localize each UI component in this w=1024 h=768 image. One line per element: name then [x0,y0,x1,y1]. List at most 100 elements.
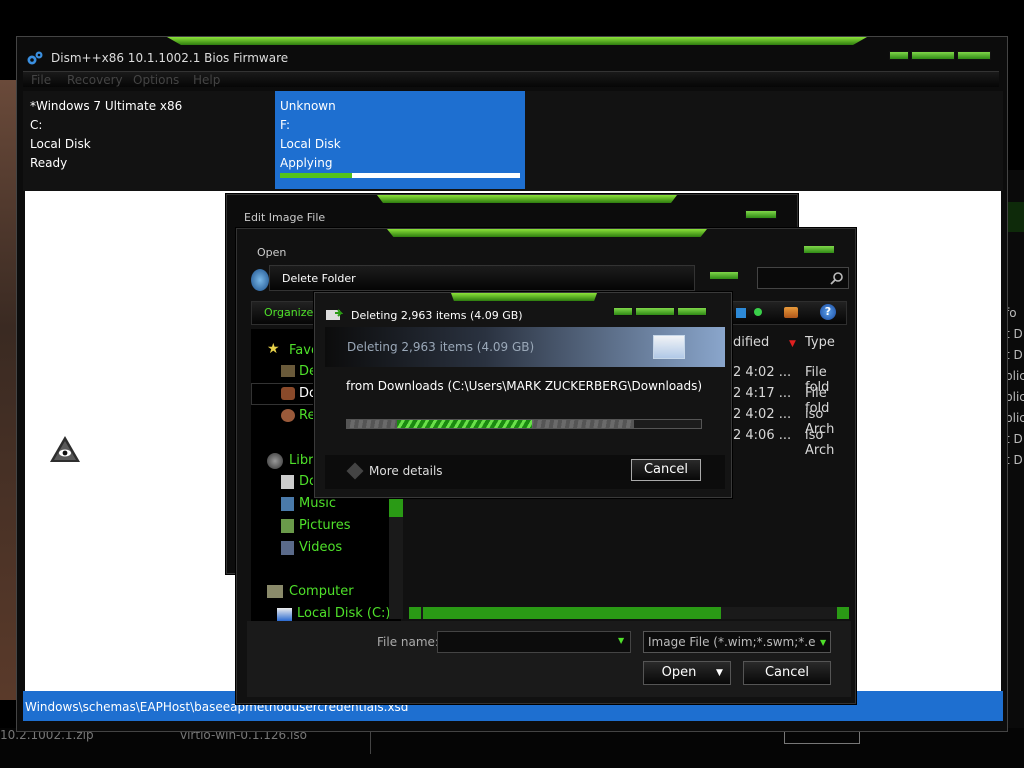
session-drive: F: [280,118,291,132]
edit-image-accent [377,195,677,203]
open-button-label: Open [661,665,697,680]
preview-icon[interactable] [754,308,762,316]
menu-options[interactable]: Options [133,73,179,87]
window-title: Dism++x86 10.1.1002.1 Bios Firmware [51,51,289,65]
pictures-icon [281,519,294,533]
documents-icon [281,475,294,489]
drive-icon [277,608,292,621]
file-hscrollbar[interactable] [409,607,849,619]
help-icon[interactable]: ? [820,304,836,320]
row-date: 2 4:02 ... [733,407,792,422]
title-accent-bar [167,37,867,45]
column-date-modified[interactable]: dified [733,335,769,350]
delete-progress-bar [346,419,702,429]
hscroll-right-arrow[interactable] [837,607,849,619]
nav-videos[interactable]: Videos [299,540,342,555]
nav-computer[interactable]: Computer [289,584,354,599]
back-button[interactable] [251,269,269,291]
delete-progress-highlight [397,420,532,428]
chevron-down-icon[interactable]: ▼ [618,636,624,645]
delete-progress-dialog: Deleting 2,963 items (4.09 GB) Deleting … [314,292,732,498]
open-controls [803,245,835,254]
close-button[interactable] [677,307,707,316]
cancel-button[interactable]: Cancel [743,661,831,685]
delete-controls [613,307,707,316]
star-icon: ★ [267,341,280,357]
menu-help[interactable]: Help [193,73,220,87]
videos-icon [281,541,294,555]
session-status: Ready [30,156,68,170]
menu-file[interactable]: File [31,73,51,87]
menu-recovery[interactable]: Recovery [67,73,123,87]
search-input[interactable] [757,267,849,289]
session-name: *Windows 7 Ultimate x86 [30,99,183,113]
open-footer: File name: ▼ Image File (*.wim;*.swm;*.e… [247,621,851,697]
split-arrow-icon[interactable]: ▼ [716,662,723,684]
maximize-button[interactable] [635,307,675,316]
edit-image-controls [745,210,777,219]
nav-recent[interactable]: Re [299,408,315,423]
gear-icon[interactable] [26,50,44,66]
folder-icon[interactable] [784,307,798,318]
session-progress-fill [280,173,352,178]
sort-arrow-icon[interactable]: ▼ [789,339,796,349]
delete-header-band: Deleting 2,963 items (4.09 GB) [325,327,725,367]
more-details-toggle[interactable]: More details [369,464,443,478]
table-row[interactable]: 2 4:17 ... File fold [733,386,853,416]
delete-from-text: from Downloads (C:\Users\MARK ZUCKERBERG… [346,379,703,393]
session-disk: Local Disk [280,137,341,151]
breadcrumb: Delete Folder [282,272,356,285]
delete-footer: More details Cancel [325,455,725,489]
chevron-down-icon[interactable]: ▼ [820,638,826,647]
search-icon[interactable] [830,271,844,285]
recycle-icon [653,335,685,359]
refresh-button[interactable] [709,271,739,280]
session-strip: *Windows 7 Ultimate x86 C: Local Disk Re… [23,91,1003,191]
nav-music[interactable]: Music [299,496,336,511]
expand-chevron-icon[interactable] [346,462,364,480]
minimize-button[interactable] [613,307,633,316]
close-button[interactable] [803,245,835,254]
nav-pictures[interactable]: Pictures [299,518,350,533]
music-icon [281,497,294,511]
session-drive: C: [30,118,43,132]
row-type: iso Arch [805,428,835,458]
desktop-icon [281,365,295,377]
column-type[interactable]: Type [805,335,835,350]
session-left[interactable]: *Windows 7 Ultimate x86 C: Local Disk Re… [23,91,273,191]
table-row[interactable]: 2 4:06 ... iso Arch [733,428,853,458]
open-accent [387,229,707,237]
session-progress-bar [280,173,520,178]
edit-image-title: Edit Image File [244,211,326,224]
nav-local-disk[interactable]: Local Disk (C:) [297,606,390,621]
nav-scrollbar[interactable] [389,499,403,619]
background-bottom-bar: 10.2.1002.1.zip virtio-win-0.1.126.iso [0,728,1024,768]
close-button[interactable] [745,210,777,219]
nav-scroll-thumb[interactable] [389,499,403,517]
view-icon[interactable] [736,308,746,318]
filename-input[interactable]: ▼ [437,631,631,653]
menu-bar: File Recovery Options Help [23,71,999,87]
close-button[interactable] [957,51,991,60]
address-bar[interactable]: Delete Folder [269,265,695,291]
hscroll-left-arrow[interactable] [409,607,421,619]
filename-label: File name: [377,635,439,649]
app-logo-icon [49,435,81,466]
minimize-button[interactable] [889,51,909,60]
open-title: Open [257,246,287,259]
library-icon [267,453,283,469]
session-disk: Local Disk [30,137,91,151]
session-right[interactable]: Unknown F: Local Disk Applying [275,91,525,189]
delete-cancel-label: Cancel [643,462,689,477]
window-controls [889,51,991,60]
file-type-select[interactable]: Image File (*.wim;*.swm;*.esd;* ▼ [643,631,831,653]
delete-cancel-button[interactable]: Cancel [631,459,701,481]
hscroll-thumb[interactable] [423,607,721,619]
recent-icon [281,409,295,422]
cancel-button-label: Cancel [764,665,810,680]
table-row[interactable]: 2 4:02 ... File fold [733,365,853,395]
maximize-button[interactable] [911,51,955,60]
organize-button[interactable]: Organize [264,306,313,319]
open-button[interactable]: Open ▼ [643,661,731,685]
table-row[interactable]: 2 4:02 ... iso Arch [733,407,853,437]
